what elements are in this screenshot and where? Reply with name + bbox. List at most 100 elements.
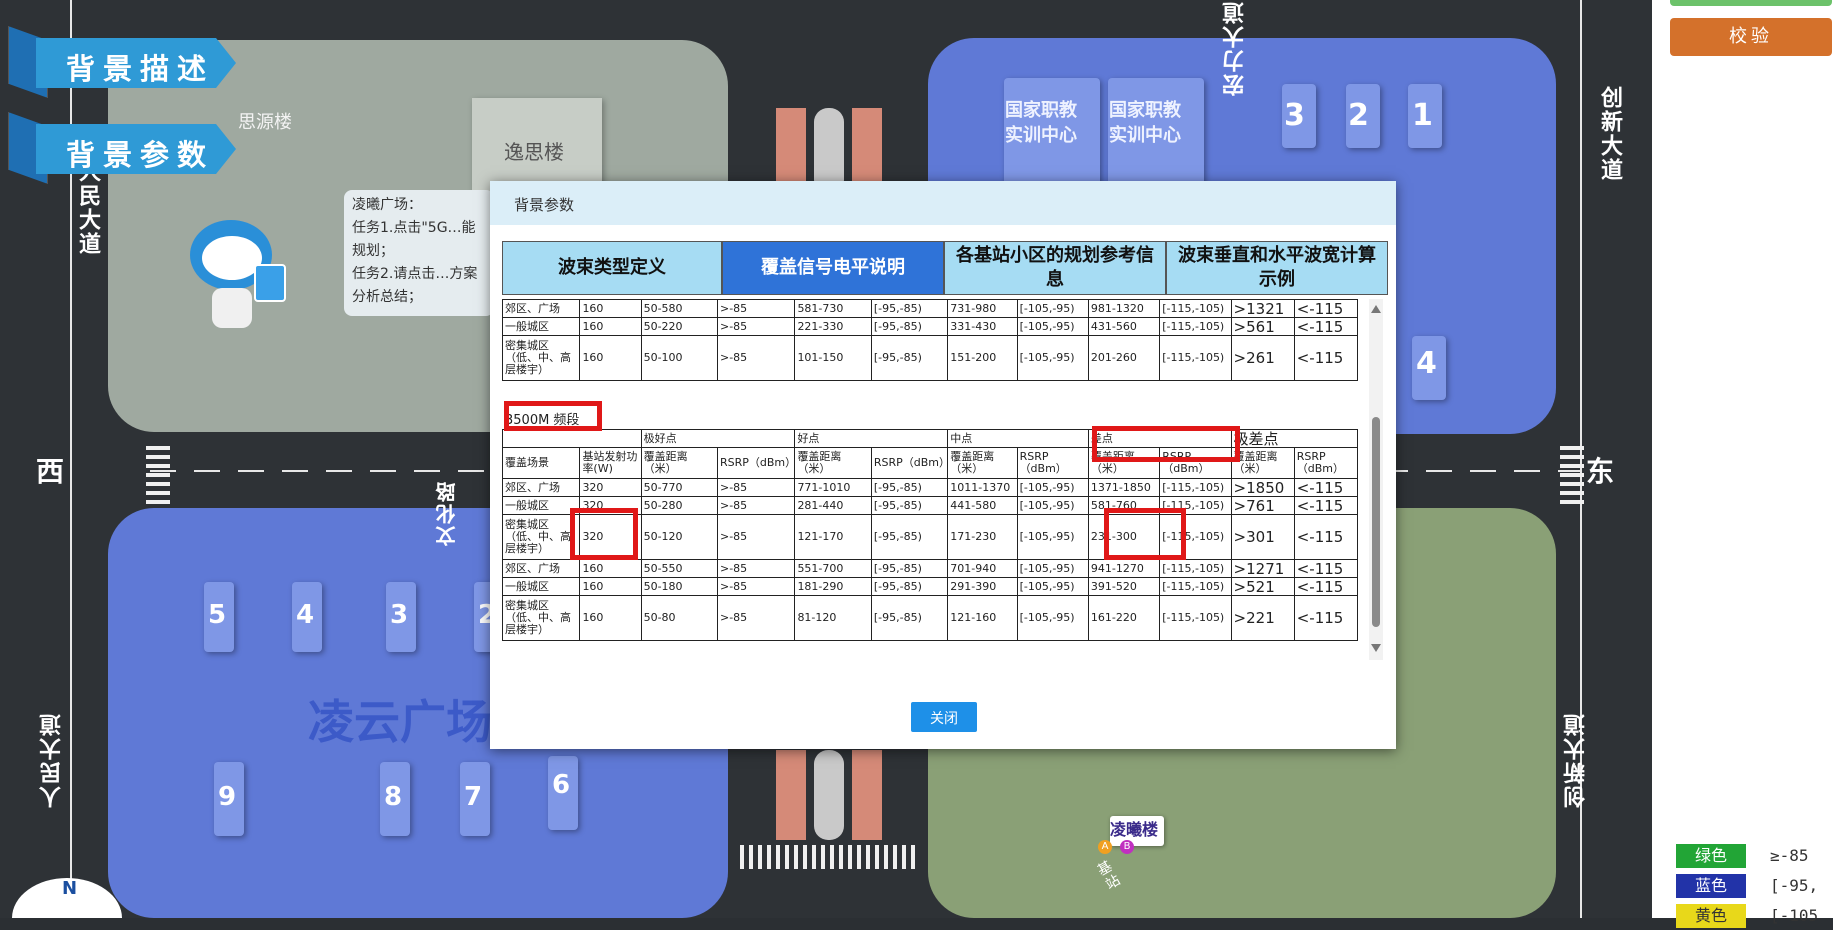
building-lingxi: 凌曦楼 bbox=[1110, 820, 1159, 839]
phone-icon bbox=[254, 264, 286, 302]
column-header: RSRP（dBm） bbox=[1293, 447, 1359, 479]
tab-beam-type[interactable]: 波束类型定义 bbox=[502, 241, 722, 295]
table-cell: 81-120 bbox=[794, 595, 872, 641]
table-cell: 1371-1850 bbox=[1087, 478, 1161, 497]
banner-desc-label: 背景描述 bbox=[66, 52, 215, 86]
banner-background-description[interactable]: 背景描述 bbox=[0, 20, 265, 100]
highlight-distance-231-300 bbox=[1104, 508, 1186, 560]
table-cell: 121-170 bbox=[794, 514, 872, 560]
table-row: 一般城区 160 50-180 >-85 181-290 [-95,-85) 291-390… bbox=[502, 577, 1359, 596]
table-cell: 291-390 bbox=[947, 577, 1018, 596]
task-text: 凌曦广场： 任务1.点击"5G…能规划； 任务2.请点击…方案分析总结； bbox=[352, 197, 478, 305]
legend-swatch: 蓝色 bbox=[1676, 874, 1746, 898]
banner-params-label: 背景参数 bbox=[66, 138, 215, 172]
table-cell: [-115,-105) bbox=[1159, 559, 1232, 578]
table-row: 郊区、广场 320 50-770 >-85 771-1010 [-95,-85) 1011-… bbox=[502, 478, 1359, 497]
scroll-down-icon[interactable] bbox=[1371, 644, 1381, 652]
table-cell: >-85 bbox=[716, 514, 796, 560]
table-cell: 50-770 bbox=[640, 478, 719, 497]
plaza-lingyun: 凌云广场 bbox=[308, 695, 492, 749]
table-cell: 50-120 bbox=[640, 514, 719, 560]
table-cell: >1271 bbox=[1230, 559, 1295, 578]
table-cell: 50-280 bbox=[640, 496, 719, 515]
tab-cell-planning-info[interactable]: 各基站小区的规划参考信息 bbox=[944, 241, 1166, 295]
table-cell: >-85 bbox=[716, 577, 796, 596]
marker-a[interactable]: A bbox=[1098, 840, 1112, 854]
scenario-cell: 郊区、广场 bbox=[502, 299, 581, 318]
table-cell: 160 bbox=[579, 559, 642, 578]
table-cell: <-115 bbox=[1293, 559, 1359, 578]
scenario-cell: 密集城区（低、中、高层楼宇） bbox=[502, 514, 581, 560]
table-cell: [-95,-85) bbox=[870, 559, 949, 578]
table-cell: 981-1320 bbox=[1087, 299, 1161, 318]
building-training-center-2: 国家职教实训中心 bbox=[1109, 100, 1181, 146]
building-number: 6 bbox=[552, 770, 571, 800]
table-cell: <-115 bbox=[1293, 335, 1359, 381]
table-row: 郊区、广场 160 50-550 >-85 551-700 [-95,-85) 701-94… bbox=[502, 559, 1359, 578]
table-cell: >761 bbox=[1230, 496, 1295, 515]
table-cell: [-95,-85) bbox=[870, 335, 949, 381]
table-row: 密集城区（低、中、高层楼宇） 160 50-80 >-85 81-120 [-95,-85… bbox=[502, 595, 1359, 641]
tab-coverage-level[interactable]: 覆盖信号电平说明 bbox=[722, 241, 944, 295]
task-speech-bubble: 凌曦广场： 任务1.点击"5G…能规划； 任务2.请点击…方案分析总结； bbox=[344, 190, 494, 316]
level-header: 极好点 bbox=[640, 429, 796, 448]
table-cell: [-95,-85) bbox=[870, 478, 949, 497]
column-header: 覆盖距离（米） bbox=[794, 447, 872, 479]
table-cell: [-105,-95) bbox=[1016, 496, 1089, 515]
table-cell: 50-580 bbox=[640, 299, 719, 318]
table-cell: <-115 bbox=[1293, 595, 1359, 641]
tab-beam-width-example[interactable]: 波束垂直和水平波宽计算示例 bbox=[1166, 241, 1388, 295]
dialog-header: 背景参数 bbox=[490, 181, 1396, 225]
table-cell: 50-550 bbox=[640, 559, 719, 578]
column-header: RSRP（dBm） bbox=[1016, 447, 1089, 479]
green-button-partial[interactable] bbox=[1670, 0, 1832, 6]
banner-background-params[interactable]: 背景参数 bbox=[0, 106, 265, 186]
table-cell: 151-200 bbox=[947, 335, 1018, 381]
table-cell: [-105,-95) bbox=[1016, 514, 1089, 560]
scenario-cell: 一般城区 bbox=[502, 496, 581, 515]
table-cell: [-95,-85) bbox=[870, 514, 949, 560]
table-cell: [-105,-95) bbox=[1016, 595, 1089, 641]
level-header: 好点 bbox=[794, 429, 949, 448]
table-cell: 771-1010 bbox=[794, 478, 872, 497]
table-cell: >1850 bbox=[1230, 478, 1295, 497]
table-cell: 121-160 bbox=[947, 595, 1018, 641]
legend-swatch: 黄色 bbox=[1676, 904, 1746, 928]
parking-strip bbox=[852, 750, 882, 840]
table-cell: [-95,-85) bbox=[870, 317, 949, 336]
table-cell: 171-230 bbox=[947, 514, 1018, 560]
coverage-table-upper: 郊区、广场 160 50-580 >-85 581-730 [-95,-85) 731-98… bbox=[502, 299, 1359, 381]
legend-range: [-105 bbox=[1770, 906, 1819, 925]
scroll-thumb[interactable] bbox=[1372, 417, 1380, 627]
mascot-body bbox=[212, 288, 252, 328]
building-training-center-1: 国家职教实训中心 bbox=[1005, 100, 1077, 146]
direction-east: 东 bbox=[1586, 455, 1615, 488]
coverage-table-view[interactable]: 郊区、广场 160 50-580 >-85 581-730 [-95,-85) 731-98… bbox=[502, 299, 1371, 660]
road-name-renmin-south: 人民大道 bbox=[39, 712, 65, 808]
table-cell: [-115,-105) bbox=[1159, 299, 1232, 318]
table-row: 郊区、广场 160 50-580 >-85 581-730 [-95,-85) 731-98… bbox=[502, 299, 1359, 318]
dialog-title: 背景参数 bbox=[514, 196, 575, 214]
highlight-band-label bbox=[504, 401, 602, 431]
marker-b[interactable]: B bbox=[1120, 840, 1134, 854]
table-scrollbar[interactable] bbox=[1369, 299, 1383, 660]
table-cell: 50-100 bbox=[640, 335, 719, 381]
scroll-up-icon[interactable] bbox=[1371, 305, 1381, 313]
road-name-hongli: 宏力大道 bbox=[1222, 0, 1248, 96]
scenario-cell: 密集城区（低、中、高层楼宇） bbox=[502, 595, 581, 641]
verify-button[interactable]: 校验 bbox=[1670, 18, 1832, 56]
column-header: 覆盖距离（米） bbox=[1230, 447, 1295, 479]
table-cell: 101-150 bbox=[794, 335, 872, 381]
close-button[interactable]: 关闭 bbox=[911, 702, 977, 732]
table-cell: 391-520 bbox=[1087, 577, 1161, 596]
table-cell: <-115 bbox=[1293, 577, 1359, 596]
background-params-dialog: 背景参数 波束类型定义 覆盖信号电平说明 各基站小区的规划参考信息 波束垂直和水… bbox=[490, 181, 1396, 749]
road-name-chuangxin-north: 创新大道 bbox=[1597, 86, 1623, 182]
legend-item-blue: 蓝色 [-95, bbox=[1676, 874, 1831, 900]
table-cell: <-115 bbox=[1293, 299, 1359, 318]
right-panel: 校验 绿色 ≥-85 蓝色 [-95, 黄色 [-105 bbox=[1652, 0, 1833, 928]
table-cell: >301 bbox=[1230, 514, 1295, 560]
table-cell: 160 bbox=[579, 595, 642, 641]
table-cell: 431-560 bbox=[1087, 317, 1161, 336]
building-number: 4 bbox=[1416, 346, 1437, 381]
